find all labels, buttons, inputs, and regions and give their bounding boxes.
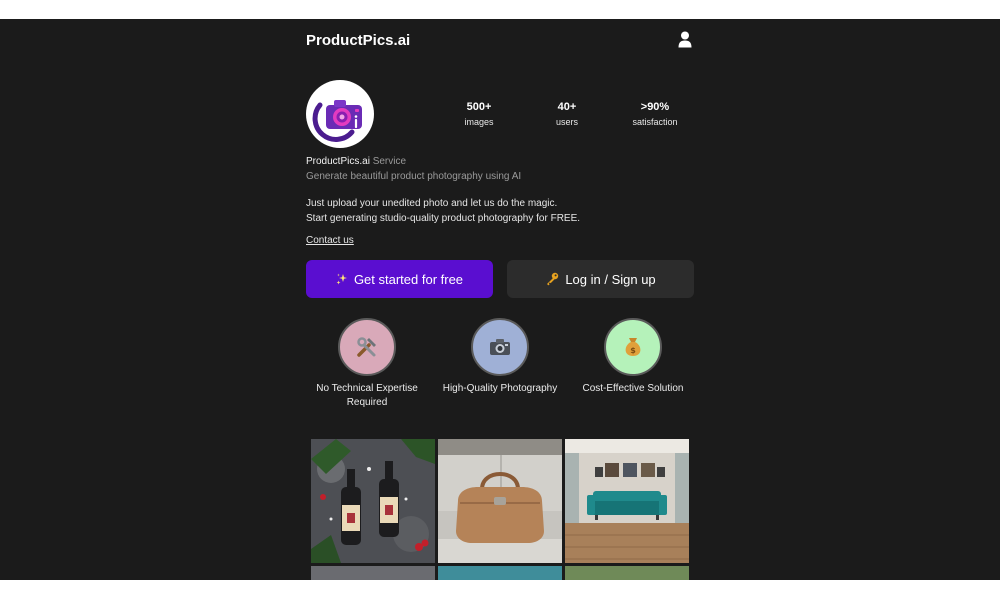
user-icon[interactable]	[678, 31, 692, 48]
service-tag: Service	[372, 156, 407, 167]
contact-us-link[interactable]: Contact us	[306, 235, 354, 246]
stat-value: >90%	[640, 101, 670, 113]
feature-cost-effective: $ Cost-Effective Solution	[568, 318, 698, 396]
stat-value: 40+	[557, 101, 577, 113]
feature-circle	[338, 318, 396, 376]
service-line: ProductPics.ai Service	[306, 156, 406, 167]
stat-satisfaction: >90% satisfaction	[615, 101, 695, 127]
sparkles-icon	[336, 273, 348, 285]
sofa-room-photo	[565, 439, 689, 563]
main-column: ProductPics.ai 500+ images 40+ users >90…	[306, 19, 694, 580]
stat-images: 500+ images	[439, 101, 519, 127]
service-name: ProductPics.ai	[306, 156, 370, 167]
tools-icon	[357, 337, 376, 357]
wine-bottles-photo	[311, 439, 435, 563]
feature-circle: $	[604, 318, 662, 376]
stat-label: users	[555, 117, 578, 127]
stat-value: 500+	[466, 101, 492, 113]
get-started-button[interactable]: Get started for free	[306, 260, 493, 298]
gallery-row2-tile[interactable]	[311, 566, 435, 580]
key-icon	[545, 272, 559, 286]
svg-text:$: $	[630, 346, 636, 355]
feature-label: No Technical Expertise Required	[316, 383, 418, 408]
brand-logo-text[interactable]: ProductPics.ai	[306, 32, 410, 49]
gallery-row2-tile[interactable]	[438, 566, 562, 580]
feature-circle	[471, 318, 529, 376]
stat-users: 40+ users	[527, 101, 607, 127]
avatar	[306, 80, 374, 148]
gallery-teal-sofa[interactable]	[565, 439, 689, 563]
tagline: Generate beautiful product photography u…	[306, 171, 522, 182]
description-line: Just upload your unedited photo and let …	[306, 198, 558, 209]
gallery-grid	[311, 439, 689, 580]
login-signup-button[interactable]: Log in / Sign up	[507, 260, 694, 298]
gallery-row2-tile[interactable]	[565, 566, 689, 580]
login-signup-label: Log in / Sign up	[565, 271, 656, 287]
money-bag-icon: $	[625, 338, 641, 356]
feature-quality: High-Quality Photography	[435, 318, 565, 396]
stat-label: satisfaction	[632, 117, 678, 127]
leather-bag-photo	[438, 439, 562, 563]
description-line: Start generating studio-quality product …	[306, 213, 581, 224]
get-started-label: Get started for free	[353, 271, 464, 287]
gallery-leather-bag[interactable]	[438, 439, 562, 563]
app-screen: ProductPics.ai 500+ images 40+ users >90…	[0, 19, 1000, 580]
feature-label: Cost-Effective Solution	[582, 383, 684, 394]
feature-no-expertise: No Technical Expertise Required	[302, 318, 432, 410]
feature-label: High-Quality Photography	[442, 383, 558, 394]
gallery-wine-bottles[interactable]	[311, 439, 435, 563]
camera-icon	[490, 339, 510, 355]
camera-logo-icon	[312, 100, 362, 142]
description: Just upload your unedited photo and let …	[306, 196, 580, 226]
stat-label: images	[464, 117, 494, 127]
